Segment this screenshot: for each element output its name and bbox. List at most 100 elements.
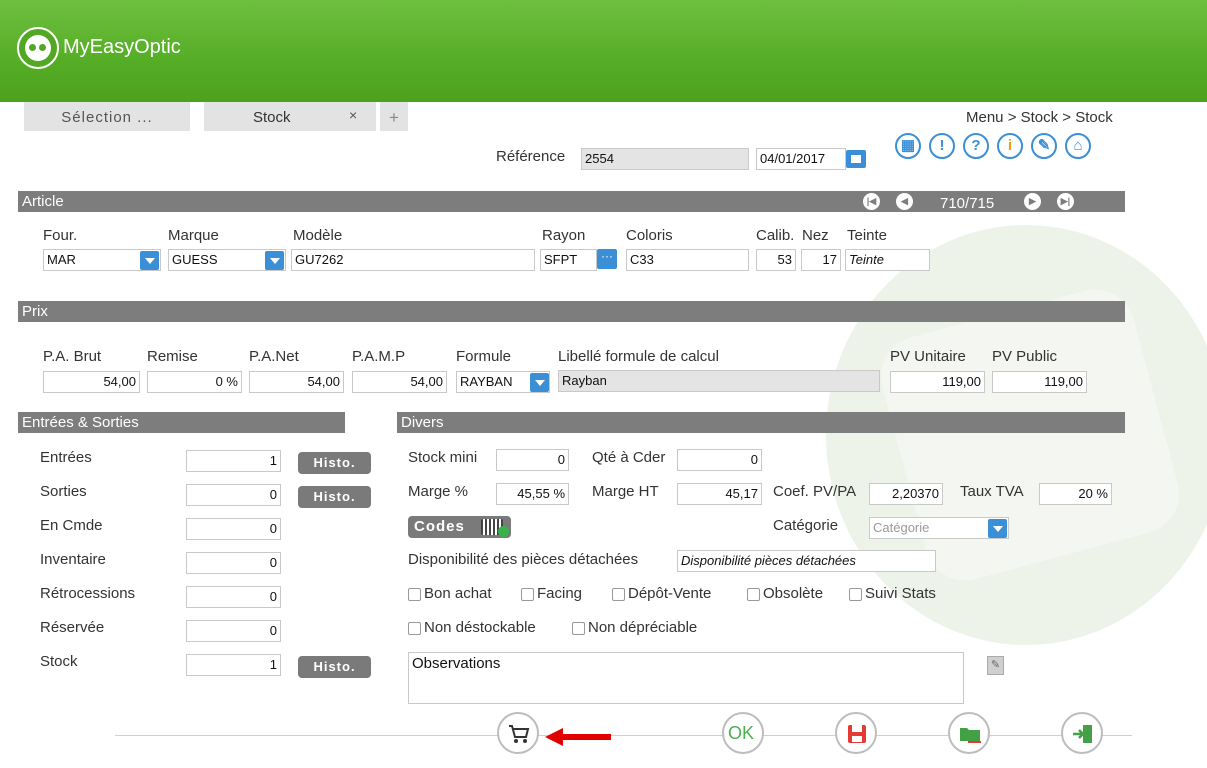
cart-button[interactable] bbox=[497, 712, 539, 754]
marge-pct-label: Marge % bbox=[408, 483, 469, 500]
pa-brut-input[interactable]: 54,00 bbox=[43, 371, 140, 393]
histo-entrees-button[interactable]: Histo. bbox=[298, 452, 371, 474]
libelle-formule-input[interactable]: Rayban bbox=[558, 370, 880, 392]
teinte-label: Teinte bbox=[847, 227, 888, 244]
suivi-stats-checkbox[interactable] bbox=[849, 588, 862, 601]
tab-stock-label: Stock bbox=[253, 109, 291, 126]
reservee-input[interactable]: 0 bbox=[186, 620, 281, 642]
help-icon[interactable]: ? bbox=[963, 133, 989, 159]
more-options-icon[interactable]: ··· bbox=[597, 249, 617, 269]
article-section-title: Article bbox=[22, 193, 64, 210]
tab-selection[interactable]: Sélection ... bbox=[24, 102, 190, 131]
sorties-input[interactable]: 0 bbox=[186, 484, 281, 506]
libelle-label: Libellé formule de calcul bbox=[558, 348, 719, 365]
remise-label: Remise bbox=[147, 348, 198, 365]
divers-section-title: Divers bbox=[401, 414, 444, 431]
calib-input[interactable]: 53 bbox=[756, 249, 796, 271]
first-record-icon[interactable]: |◀ bbox=[863, 193, 880, 210]
pv-unitaire-label: PV Unitaire bbox=[890, 348, 966, 365]
obsolete-checkbox[interactable] bbox=[747, 588, 760, 601]
facing-checkbox[interactable] bbox=[521, 588, 534, 601]
calendar-icon[interactable] bbox=[846, 150, 866, 168]
depot-vente-label: Dépôt-Vente bbox=[628, 585, 712, 602]
info-icon[interactable]: i bbox=[997, 133, 1023, 159]
last-record-icon[interactable]: ▶| bbox=[1057, 193, 1074, 210]
folder-icon bbox=[960, 728, 981, 743]
ok-icon: OK bbox=[728, 723, 755, 743]
retrocessions-input[interactable]: 0 bbox=[186, 586, 281, 608]
pv-unitaire-input[interactable]: 119,00 bbox=[890, 371, 985, 393]
qte-cder-input[interactable]: 0 bbox=[677, 449, 762, 471]
non-depreciable-label: Non dépréciable bbox=[588, 619, 698, 636]
cart-icon bbox=[509, 725, 530, 743]
tools-icon[interactable]: ✎ bbox=[1031, 133, 1057, 159]
suivi-stats-label: Suivi Stats bbox=[865, 585, 936, 602]
open-folder-button[interactable] bbox=[948, 712, 990, 754]
tva-input[interactable]: 20 % bbox=[1039, 483, 1112, 505]
nez-input[interactable]: 17 bbox=[801, 249, 841, 271]
entrees-input[interactable]: 1 bbox=[186, 450, 281, 472]
exit-button[interactable] bbox=[1061, 712, 1103, 754]
tva-label: Taux TVA bbox=[960, 483, 1024, 500]
exit-icon bbox=[1073, 725, 1092, 743]
home-icon[interactable]: ⌂ bbox=[1065, 133, 1091, 159]
chevron-down-icon[interactable] bbox=[530, 373, 549, 392]
calculator-icon[interactable]: ▦ bbox=[895, 133, 921, 159]
remise-input[interactable]: 0 % bbox=[147, 371, 242, 393]
breadcrumb: Menu > Stock > Stock bbox=[966, 109, 1113, 126]
dispo-label: Disponibilité des pièces détachées bbox=[408, 551, 639, 568]
stock-mini-input[interactable]: 0 bbox=[496, 449, 569, 471]
reference-date-input[interactable]: 04/01/2017 bbox=[756, 148, 846, 170]
reference-input[interactable]: 2554 bbox=[581, 148, 749, 170]
non-depreciable-checkbox[interactable] bbox=[572, 622, 585, 635]
en-cmde-input[interactable]: 0 bbox=[186, 518, 281, 540]
coloris-input[interactable]: C33 bbox=[626, 249, 749, 271]
chevron-down-icon[interactable] bbox=[988, 519, 1007, 538]
retrocessions-label: Rétrocessions bbox=[40, 585, 136, 602]
marge-pct-input[interactable]: 45,55 % bbox=[496, 483, 569, 505]
histo-stock-button[interactable]: Histo. bbox=[298, 656, 371, 678]
stock-input[interactable]: 1 bbox=[186, 654, 281, 676]
app-name: MyEasyOptic bbox=[63, 36, 181, 58]
record-counter: 710/715 bbox=[940, 195, 995, 212]
dispo-input[interactable]: Disponibilité pièces détachées bbox=[677, 550, 936, 572]
four-label: Four. bbox=[43, 227, 78, 244]
marge-ht-input[interactable]: 45,17 bbox=[677, 483, 762, 505]
entrees-sorties-section-header: Entrées & Sorties bbox=[18, 412, 345, 433]
edit-note-icon[interactable]: ✎ bbox=[987, 656, 1004, 675]
chevron-down-icon[interactable] bbox=[265, 251, 284, 270]
prix-section-header: Prix bbox=[18, 301, 1125, 322]
facing-label: Facing bbox=[537, 585, 583, 602]
histo-sorties-button[interactable]: Histo. bbox=[298, 486, 371, 508]
new-tab-button[interactable]: + bbox=[380, 102, 408, 131]
observations-textarea[interactable]: Observations bbox=[408, 652, 964, 704]
pa-net-input[interactable]: 54,00 bbox=[249, 371, 344, 393]
close-icon[interactable]: × bbox=[349, 100, 357, 131]
reservee-label: Réservée bbox=[40, 619, 105, 636]
non-destockable-checkbox[interactable] bbox=[408, 622, 421, 635]
prix-section-title: Prix bbox=[22, 303, 48, 320]
bon-achat-label: Bon achat bbox=[424, 585, 492, 602]
alert-icon[interactable]: ! bbox=[929, 133, 955, 159]
sorties-label: Sorties bbox=[40, 483, 87, 500]
categorie-label: Catégorie bbox=[773, 517, 839, 534]
teinte-input[interactable]: Teinte bbox=[845, 249, 930, 271]
pamp-input[interactable]: 54,00 bbox=[352, 371, 447, 393]
bon-achat-checkbox[interactable] bbox=[408, 588, 421, 601]
previous-record-icon[interactable]: ◀ bbox=[896, 193, 913, 210]
pv-public-input[interactable]: 119,00 bbox=[992, 371, 1087, 393]
tab-stock[interactable]: Stock × bbox=[204, 102, 376, 131]
depot-vente-checkbox[interactable] bbox=[612, 588, 625, 601]
chevron-down-icon[interactable] bbox=[140, 251, 159, 270]
rayon-input[interactable]: SFPT bbox=[540, 249, 597, 271]
ok-button[interactable]: OK bbox=[722, 712, 764, 754]
coef-input[interactable]: 2,20370 bbox=[869, 483, 943, 505]
codes-button[interactable]: Codes bbox=[408, 516, 511, 538]
pamp-label: P.A.M.P bbox=[352, 348, 406, 365]
coloris-label: Coloris bbox=[626, 227, 673, 244]
save-button[interactable] bbox=[835, 712, 877, 754]
reference-label: Référence bbox=[496, 148, 566, 165]
modele-input[interactable]: GU7262 bbox=[291, 249, 535, 271]
next-record-icon[interactable]: ▶ bbox=[1024, 193, 1041, 210]
inventaire-input[interactable]: 0 bbox=[186, 552, 281, 574]
